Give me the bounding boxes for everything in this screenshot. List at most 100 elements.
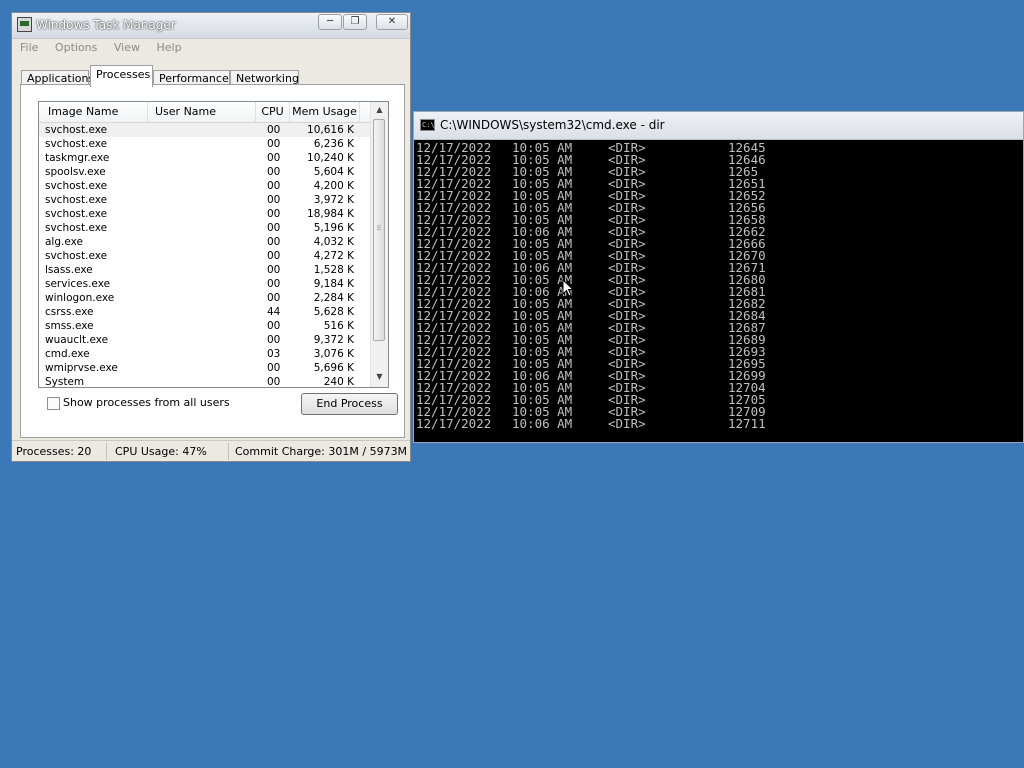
scroll-up-icon[interactable]: ▲ [371,102,388,118]
console-line: 12/17/2022 10:05 AM <DIR> 12651 [416,177,1023,190]
scroll-down-icon[interactable]: ▼ [371,369,388,385]
console-output[interactable]: 12/17/2022 10:05 AM <DIR> 12645 12/17/2022 10… [416,141,1023,442]
menu-help[interactable]: Help [156,41,181,54]
process-image-name: svchost.exe [45,124,108,136]
process-cpu: 00 [267,292,281,304]
process-cpu: 00 [267,180,281,192]
table-row[interactable]: svchost.exe 00 5,196 K [39,221,372,235]
process-mem-usage: 240 K [323,376,354,388]
maximize-button[interactable]: ❐ [343,14,367,30]
process-image-name: System [45,376,85,388]
show-all-users-checkbox[interactable] [47,397,60,410]
column-image-name[interactable]: Image Name [39,102,148,122]
table-row[interactable]: taskmgr.exe 00 10,240 K [39,151,372,165]
process-cpu: 03 [267,348,281,360]
console-line: 12/17/2022 10:05 AM <DIR> 12684 [416,309,1023,322]
table-row[interactable]: cmd.exe 03 3,076 K [39,347,372,361]
process-mem-usage: 5,604 K [313,166,354,178]
console-line: 12/17/2022 10:06 AM <DIR> 12681 [416,285,1023,298]
table-row[interactable]: svchost.exe 00 6,236 K [39,137,372,151]
table-row[interactable]: winlogon.exe 00 2,284 K [39,291,372,305]
table-row[interactable]: svchost.exe 00 4,200 K [39,179,372,193]
table-row[interactable]: spoolsv.exe 00 5,604 K [39,165,372,179]
status-bar: Processes: 20 CPU Usage: 47% Commit Char… [12,440,410,463]
process-mem-usage: 10,240 K [307,152,354,164]
cmd-window: C:\ C:\WINDOWS\system32\cmd.exe - dir 12… [413,111,1024,443]
cmd-titlebar[interactable]: C:\ C:\WINDOWS\system32\cmd.exe - dir [414,112,1023,140]
status-processes: Processes: 20 [12,443,107,460]
process-list[interactable]: Image Name User Name CPU Mem Usage svcho… [38,101,389,388]
cmd-icon: C:\ [420,119,435,131]
table-row[interactable]: services.exe 00 9,184 K [39,277,372,291]
console-line: 12/17/2022 10:05 AM <DIR> 12680 [416,273,1023,286]
process-cpu: 00 [267,362,281,374]
minimize-button[interactable]: ─ [318,14,342,30]
window-title: Windows Task Manager [36,18,176,32]
menu-options[interactable]: Options [55,41,97,54]
table-row[interactable]: svchost.exe 00 10,616 K [39,123,372,137]
scroll-thumb[interactable]: ─ ─ ─ [373,119,385,341]
process-image-name: svchost.exe [45,194,108,206]
console-time: 10:06 AM [512,416,573,431]
process-image-name: svchost.exe [45,138,108,150]
console-line: 12/17/2022 10:05 AM <DIR> 12693 [416,345,1023,358]
process-image-name: lsass.exe [45,264,93,276]
task-manager-titlebar[interactable]: Windows Task Manager ─ ❐ ✕ [12,13,410,39]
console-line: 12/17/2022 10:05 AM <DIR> 12656 [416,201,1023,214]
process-image-name: csrss.exe [45,306,94,318]
table-row[interactable]: svchost.exe 00 18,984 K [39,207,372,221]
console-line: 12/17/2022 10:05 AM <DIR> 12687 [416,321,1023,334]
process-cpu: 00 [267,166,281,178]
process-image-name: taskmgr.exe [45,152,110,164]
process-mem-usage: 1,528 K [313,264,354,276]
process-mem-usage: 4,200 K [313,180,354,192]
console-line: 12/17/2022 10:05 AM <DIR> 12666 [416,237,1023,250]
process-cpu: 00 [267,152,281,164]
grip-icon: ─ ─ ─ [377,223,381,234]
table-row[interactable]: lsass.exe 00 1,528 K [39,263,372,277]
console-line: 12/17/2022 10:05 AM <DIR> 12658 [416,213,1023,226]
console-line: 12/17/2022 10:05 AM <DIR> 12645 [416,141,1023,154]
table-row[interactable]: csrss.exe 44 5,628 K [39,305,372,319]
column-mem-usage[interactable]: Mem Usage [290,102,360,122]
table-row[interactable]: System 00 240 K [39,375,372,388]
tab-processes[interactable]: Processes [90,65,153,87]
process-mem-usage: 516 K [323,320,354,332]
menu-bar: File Options View Help [20,41,195,57]
show-all-users-label[interactable]: Show processes from all users [63,396,230,409]
minimize-icon: ─ [326,16,334,27]
process-cpu: 44 [267,306,281,318]
process-cpu: 00 [267,250,281,262]
end-process-button[interactable]: End Process [301,393,398,415]
process-image-name: services.exe [45,278,111,290]
table-row[interactable]: alg.exe 00 4,032 K [39,235,372,249]
column-user-name[interactable]: User Name [148,102,256,122]
process-list-scrollbar[interactable]: ▲ ─ ─ ─ ▼ [370,102,388,387]
process-mem-usage: 5,628 K [313,306,354,318]
task-manager-window: Windows Task Manager ─ ❐ ✕ File Options … [11,12,411,462]
console-line: 12/17/2022 10:05 AM <DIR> 12670 [416,249,1023,262]
process-mem-usage: 4,272 K [313,250,354,262]
table-row[interactable]: wmiprvse.exe 00 5,696 K [39,361,372,375]
process-image-name: wuauclt.exe [45,334,109,346]
table-row[interactable]: smss.exe 00 516 K [39,319,372,333]
process-cpu: 00 [267,376,281,388]
table-row[interactable]: svchost.exe 00 4,272 K [39,249,372,263]
process-image-name: svchost.exe [45,250,108,262]
close-button[interactable]: ✕ [376,14,408,30]
process-list-header: Image Name User Name CPU Mem Usage [39,102,372,123]
console-line: 12/17/2022 10:05 AM <DIR> 12695 [416,357,1023,370]
console-line: 12/17/2022 10:06 AM <DIR> 12711 [416,416,1023,431]
table-row[interactable]: svchost.exe 00 3,972 K [39,193,372,207]
table-row[interactable]: wuauclt.exe 00 9,372 K [39,333,372,347]
process-mem-usage: 9,184 K [313,278,354,290]
process-cpu: 00 [267,222,281,234]
process-image-name: winlogon.exe [45,292,115,304]
menu-view[interactable]: View [114,41,140,54]
menu-file[interactable]: File [20,41,38,54]
process-mem-usage: 9,372 K [313,334,354,346]
process-image-name: smss.exe [45,320,94,332]
console-line: 12/17/2022 10:05 AM <DIR> 1265 [416,165,1023,178]
column-cpu[interactable]: CPU [256,102,290,122]
process-image-name: spoolsv.exe [45,166,106,178]
